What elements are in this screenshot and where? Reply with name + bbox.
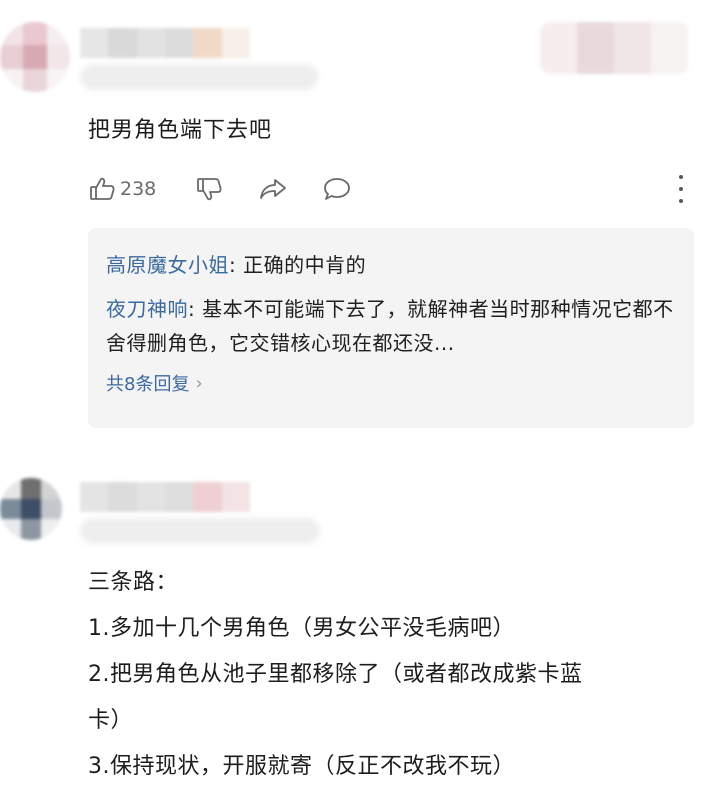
reply-colon: : [188,297,203,321]
reply-author[interactable]: 夜刀神响 [106,297,188,321]
reply-author[interactable]: 高原魔女小姐 [106,253,229,277]
reply-item: 夜刀神响: 基本不可能端下去了，就解神者当时那种情况它都不舍得删角色，它交错核心… [106,292,676,360]
comment-line: 2.把男角色从池子里都移除了（或者都改成紫卡蓝 [88,662,583,687]
comment-line: 卡） [88,708,134,733]
thumb-down-icon [195,175,223,203]
comment-feed: 把男角色端下去吧 238 高原魔女小姐: 正确的中肯的 夜刀神响: 基本不可能端… [0,0,706,799]
comment-line: 3.保持现状，开服就寄（反正不改我不玩） [88,754,515,779]
comment-bubble-icon [322,175,352,203]
dislike-button[interactable] [195,172,223,206]
share-button[interactable] [258,172,288,206]
avatar[interactable] [0,478,62,540]
comment-text: 把男角色端下去吧 [88,118,273,143]
avatar[interactable] [0,22,70,92]
comment-actions: 238 [88,172,698,206]
thumb-up-icon [88,175,116,203]
reply-preview[interactable]: 高原魔女小姐: 正确的中肯的 夜刀神响: 基本不可能端下去了，就解神者当时那种情… [88,228,694,428]
view-more-replies-link[interactable]: 共8条回复 › [106,370,676,396]
more-replies-label: 共8条回复 [106,374,190,395]
comment-meta [80,64,318,90]
username[interactable] [80,482,250,512]
reply-text: 正确的中肯的 [243,253,367,277]
like-button[interactable]: 238 [88,172,156,206]
comment-line: 1.多加十几个男角色（男女公平没毛病吧） [88,616,515,641]
comment-text: 三条路： 1.多加十几个男角色（男女公平没毛病吧） 2.把男角色从池子里都移除了… [88,560,688,790]
chevron-right-icon: › [195,372,203,394]
reply-button[interactable] [322,172,352,206]
comment-line: 三条路： [88,570,179,595]
comment-meta [80,518,320,544]
share-icon [258,175,288,203]
more-vertical-icon[interactable] [678,175,684,203]
user-badge[interactable] [540,22,688,74]
reply-colon: : [229,253,244,277]
reply-item: 高原魔女小姐: 正确的中肯的 [106,248,676,282]
username[interactable] [80,28,250,58]
like-count: 238 [120,178,157,200]
